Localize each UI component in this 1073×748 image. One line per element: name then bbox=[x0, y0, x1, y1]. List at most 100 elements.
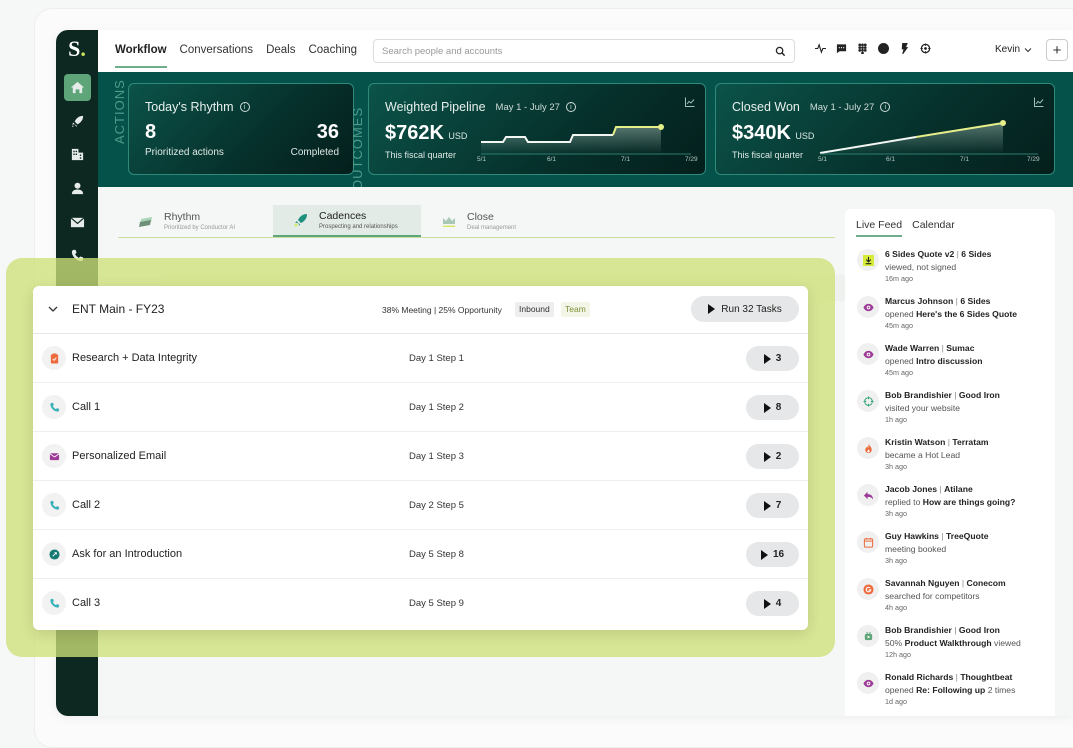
run-step-button[interactable]: 2 bbox=[746, 444, 799, 469]
closed-won-card[interactable]: Closed WonMay 1 - July 27i $340K USD Thi… bbox=[715, 83, 1055, 175]
sidebar-item-mail[interactable] bbox=[64, 209, 91, 236]
run-step-button[interactable]: 8 bbox=[746, 395, 799, 420]
feed-org[interactable]: Sumac bbox=[946, 343, 974, 353]
pipeline-value: $762K USD bbox=[385, 122, 467, 145]
sidebar-item-accounts[interactable] bbox=[64, 141, 91, 168]
user-menu[interactable]: Kevin bbox=[995, 44, 1032, 55]
run-step-button[interactable]: 7 bbox=[746, 493, 799, 518]
feed-org[interactable]: 6 Sides bbox=[960, 296, 990, 306]
feed-who[interactable]: Guy Hawkins bbox=[885, 531, 939, 541]
play-icon bbox=[764, 599, 771, 609]
actions-label: ACTIONS bbox=[112, 79, 127, 144]
run-step-button[interactable]: 3 bbox=[746, 346, 799, 371]
cadence-step-row[interactable]: Research + Data IntegrityDay 1 Step 13 bbox=[33, 334, 808, 383]
feed-subject[interactable]: Product Walkthrough bbox=[905, 638, 992, 648]
cadence-step-row[interactable]: Ask for an IntroductionDay 5 Step 816 bbox=[33, 530, 808, 579]
feed-subject[interactable]: How are things going? bbox=[923, 497, 1016, 507]
tab-cadences[interactable]: CadencesProspecting and relationships bbox=[273, 205, 421, 237]
logo-letter: S bbox=[68, 36, 80, 61]
closed-won-tick: 5/1 bbox=[818, 156, 827, 163]
search-icon[interactable] bbox=[775, 46, 786, 57]
help-icon[interactable]: ? bbox=[878, 43, 889, 54]
info-icon[interactable]: i bbox=[880, 102, 890, 112]
feed-item[interactable]: Ronald Richards | Thoughtbeatopened Re: … bbox=[857, 671, 1052, 716]
chat-icon[interactable] bbox=[836, 43, 847, 54]
activity-icon[interactable] bbox=[815, 43, 826, 54]
run-step-button[interactable]: 16 bbox=[746, 542, 799, 567]
tab-calendar[interactable]: Calendar bbox=[912, 219, 955, 237]
cadence-step-row[interactable]: Call 2Day 2 Step 57 bbox=[33, 481, 808, 530]
chart-icon[interactable] bbox=[685, 94, 695, 104]
feed-subject[interactable]: Here's the 6 Sides Quote bbox=[916, 309, 1017, 319]
run-tasks-button[interactable]: Run 32 Tasks bbox=[691, 296, 799, 322]
feed-item[interactable]: 6 Sides Quote v2 | 6 Sidesviewed, not si… bbox=[857, 248, 1052, 295]
feed-org[interactable]: Terratam bbox=[952, 437, 988, 447]
feed-who[interactable]: Bob Brandishier bbox=[885, 625, 952, 635]
feed-item[interactable]: Savannah Nguyen | Conecomsearched for co… bbox=[857, 577, 1052, 624]
chevron-down-icon[interactable] bbox=[47, 303, 59, 315]
tab-close[interactable]: CloseDeal management bbox=[421, 205, 571, 237]
cadence-step-row[interactable]: Call 3Day 5 Step 94 bbox=[33, 579, 808, 628]
feed-item[interactable]: Jacob Jones | Atilanereplied to How are … bbox=[857, 483, 1052, 530]
feed-who[interactable]: Bob Brandishier bbox=[885, 390, 952, 400]
feed-org[interactable]: Thoughtbeat bbox=[960, 672, 1012, 682]
feed-action: opened bbox=[885, 685, 914, 695]
phone-icon bbox=[42, 591, 66, 615]
mail-icon bbox=[70, 215, 85, 230]
feed-subject[interactable]: Re: Following up bbox=[916, 685, 985, 695]
closed-won-unit: K bbox=[777, 122, 791, 144]
rhythm-card[interactable]: Today's Rhythmi 8 Prioritized actions 36… bbox=[128, 83, 354, 175]
bolt-icon[interactable] bbox=[899, 43, 910, 54]
search-input[interactable] bbox=[382, 46, 775, 57]
feed-who[interactable]: Marcus Johnson bbox=[885, 296, 953, 306]
feed-item[interactable]: Kristin Watson | Terratambecame a Hot Le… bbox=[857, 436, 1052, 483]
feed-who[interactable]: Wade Warren bbox=[885, 343, 939, 353]
feed-subject[interactable]: Intro discussion bbox=[916, 356, 982, 366]
nav-conversations[interactable]: Conversations bbox=[180, 44, 254, 68]
feed-who[interactable]: Jacob Jones bbox=[885, 484, 937, 494]
sidebar-item-cadences[interactable] bbox=[64, 108, 91, 135]
info-icon[interactable]: i bbox=[240, 102, 250, 112]
feed-org[interactable]: Conecom bbox=[967, 578, 1006, 588]
chart-icon[interactable] bbox=[1034, 94, 1044, 104]
feed-item[interactable]: Bob Brandishier | Good Ironvisited your … bbox=[857, 389, 1052, 436]
run-step-button[interactable]: 4 bbox=[746, 591, 799, 616]
play-icon bbox=[764, 452, 771, 462]
pipeline-sparkline bbox=[473, 114, 695, 166]
feed-org[interactable]: Good Iron bbox=[959, 390, 1000, 400]
nav-workflow[interactable]: Workflow bbox=[115, 44, 167, 68]
tab-rhythm[interactable]: RhythmPrioritized by Conductor AI bbox=[118, 205, 273, 237]
cadence-step-row[interactable]: Call 1Day 1 Step 28 bbox=[33, 383, 808, 432]
feed-org[interactable]: Atilane bbox=[944, 484, 973, 494]
cadence-title[interactable]: ENT Main - FY23 bbox=[72, 302, 164, 316]
nav-coaching[interactable]: Coaching bbox=[308, 44, 357, 68]
feed-item[interactable]: Guy Hawkins | TreeQuotemeeting booked3h … bbox=[857, 530, 1052, 577]
feed-who[interactable]: 6 Sides Quote v2 bbox=[885, 249, 954, 259]
step-count: 3 bbox=[776, 353, 782, 364]
info-icon[interactable]: i bbox=[566, 102, 576, 112]
settings-icon[interactable] bbox=[920, 43, 931, 54]
add-button[interactable]: + bbox=[1046, 39, 1068, 61]
feed-who[interactable]: Savannah Nguyen bbox=[885, 578, 960, 588]
pipeline-tick: 6/1 bbox=[547, 156, 556, 163]
tab-live-feed[interactable]: Live Feed bbox=[856, 219, 902, 237]
sidebar-item-people[interactable] bbox=[64, 175, 91, 202]
cadence-step-row[interactable]: Personalized EmailDay 1 Step 32 bbox=[33, 432, 808, 481]
feed-org[interactable]: 6 Sides bbox=[961, 249, 991, 259]
logo[interactable]: S. bbox=[56, 36, 98, 62]
closed-won-tick: 6/1 bbox=[886, 156, 895, 163]
nav-deals[interactable]: Deals bbox=[266, 44, 295, 68]
feed-item[interactable]: Bob Brandishier | Good Iron50% Product W… bbox=[857, 624, 1052, 671]
pipeline-title-text: Weighted Pipeline bbox=[385, 100, 486, 114]
feed-org[interactable]: TreeQuote bbox=[946, 531, 989, 541]
feed-item[interactable]: Wade Warren | Sumacopened Intro discussi… bbox=[857, 342, 1052, 389]
feed-who[interactable]: Kristin Watson bbox=[885, 437, 945, 447]
pipeline-tick: 7/1 bbox=[621, 156, 630, 163]
feed-item[interactable]: Marcus Johnson | 6 Sidesopened Here's th… bbox=[857, 295, 1052, 342]
tab-sublabel: Prioritized by Conductor AI bbox=[164, 225, 235, 231]
feed-who[interactable]: Ronald Richards bbox=[885, 672, 953, 682]
dialpad-icon[interactable] bbox=[857, 43, 868, 54]
feed-org[interactable]: Good Iron bbox=[959, 625, 1000, 635]
sidebar-item-home[interactable] bbox=[64, 74, 91, 101]
weighted-pipeline-card[interactable]: Weighted PipelineMay 1 - July 27i $762K … bbox=[368, 83, 706, 175]
